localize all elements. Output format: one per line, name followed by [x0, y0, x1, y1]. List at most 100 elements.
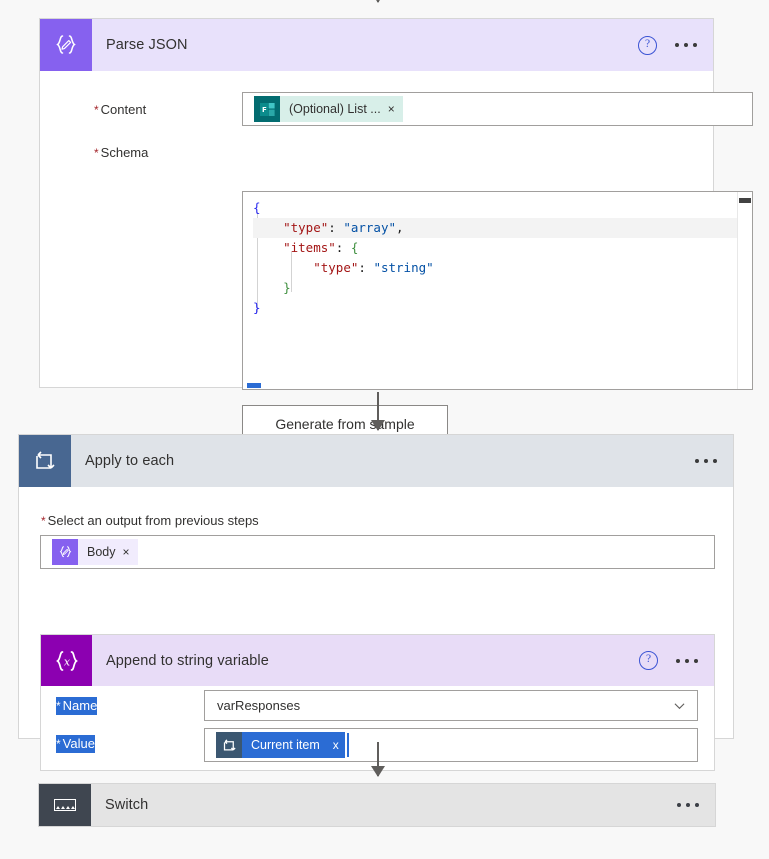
svg-text:x: x	[63, 655, 70, 668]
output-select-label: * Select an output from previous steps	[41, 513, 259, 528]
append-icon-wrap: x	[41, 635, 92, 686]
code-line: {	[253, 198, 752, 218]
help-icon[interactable]: ?	[639, 651, 658, 670]
card-header-actions-switch	[675, 784, 701, 826]
loop-foreach-icon	[19, 435, 71, 487]
connector-apply-to-switch	[371, 742, 385, 777]
editor-vertical-scrollbar[interactable]	[737, 192, 752, 389]
switch-case-icon	[39, 784, 91, 826]
code-token: "type"	[313, 260, 359, 275]
card-header-append[interactable]: x Append to string variable ?	[41, 635, 714, 686]
more-menu-button[interactable]	[674, 653, 700, 669]
card-title-parse-json: Parse JSON	[106, 37, 188, 53]
selected-text-highlight: * Name	[56, 697, 98, 715]
schema-code-editor[interactable]: { "type": "array", "items": { "type": "s…	[242, 191, 753, 390]
card-header-switch[interactable]: Switch	[39, 784, 715, 826]
token-forms-list[interactable]: F (Optional) List ... ×	[254, 96, 403, 122]
card-title-apply-to-each: Apply to each	[85, 453, 175, 469]
variable-braces-x-icon: x	[41, 635, 92, 686]
code-token: }	[283, 280, 291, 295]
editor-horizontal-scrollbar[interactable]	[243, 382, 752, 389]
code-token: ,	[396, 220, 404, 235]
code-token: }	[253, 300, 261, 315]
code-token: :	[358, 260, 374, 275]
loop-foreach-icon	[216, 732, 242, 758]
code-token: "string"	[373, 260, 434, 275]
token-current-item[interactable]: Current item x	[216, 732, 345, 758]
required-asterisk: *	[56, 699, 61, 713]
connector-parse-to-apply	[371, 392, 385, 431]
card-title-switch: Switch	[105, 797, 149, 813]
code-token: "items"	[283, 240, 336, 255]
variable-braces-x-glyph: x	[55, 650, 78, 671]
close-icon[interactable]: ×	[123, 545, 138, 559]
required-asterisk: *	[94, 103, 99, 117]
svg-text:F: F	[262, 106, 267, 114]
required-asterisk: *	[41, 514, 46, 528]
arrow-head-icon	[371, 766, 385, 777]
code-token: {	[350, 240, 359, 255]
parse-json-body: * Content F (Optional) List ... × * Schema	[40, 71, 753, 443]
switch-icon-wrap	[39, 784, 91, 826]
card-header-apply-to-each[interactable]: Apply to each	[19, 435, 733, 487]
code-token: {	[253, 200, 261, 215]
more-menu-button[interactable]	[673, 37, 699, 53]
token-body[interactable]: Body ×	[52, 539, 138, 565]
more-menu-button[interactable]	[693, 453, 719, 469]
code-line: "type": "string"	[253, 258, 752, 278]
action-card-parse-json[interactable]: Parse JSON ? * Content F (Optional) List…	[39, 18, 753, 443]
action-card-apply-to-each[interactable]: Apply to each * Select an output from pre…	[18, 434, 734, 771]
code-token: :	[335, 240, 351, 255]
content-field-label: * Content	[94, 102, 147, 117]
braces-json-glyph	[56, 35, 76, 54]
action-card-switch[interactable]: Switch	[38, 783, 716, 827]
value-field-label: * Value	[56, 735, 95, 753]
chevron-down-icon[interactable]	[674, 700, 685, 711]
loop-foreach-glyph	[223, 738, 236, 750]
required-asterisk: *	[94, 146, 99, 160]
text-cursor	[346, 733, 349, 757]
value-input[interactable]: Current item x	[204, 728, 698, 762]
card-header-actions-apply-to-each	[693, 435, 719, 487]
token-label: (Optional) List ...	[289, 102, 381, 116]
code-token: :	[328, 220, 344, 235]
scrollbar-thumb[interactable]	[739, 198, 751, 203]
code-line: "items": {	[253, 238, 752, 258]
braces-json-icon	[52, 539, 78, 565]
code-line: "type": "array",	[253, 218, 752, 238]
close-icon[interactable]: ×	[388, 102, 403, 116]
switch-case-glyph	[54, 799, 76, 811]
content-input[interactable]: F (Optional) List ... ×	[242, 92, 753, 126]
token-label: Current item	[242, 732, 327, 758]
microsoft-forms-icon: F	[254, 96, 280, 122]
connector-to-parse-json	[371, 0, 385, 3]
name-field-label: * Name	[56, 697, 98, 715]
token-label: Body	[87, 545, 116, 559]
loop-foreach-glyph	[36, 451, 55, 469]
apply-each-icon-wrap	[19, 435, 71, 487]
schema-code-content[interactable]: { "type": "array", "items": { "type": "s…	[243, 192, 752, 318]
card-header-actions-parse-json: ?	[638, 19, 699, 71]
microsoft-forms-glyph: F	[259, 102, 275, 116]
required-asterisk: *	[56, 737, 61, 751]
code-line: }	[253, 278, 752, 298]
output-select-input[interactable]: Body ×	[40, 535, 715, 569]
code-line: }	[253, 298, 752, 318]
code-token: "array"	[343, 220, 397, 235]
more-menu-button[interactable]	[675, 797, 701, 813]
parse-json-icon-wrap	[40, 19, 92, 71]
code-token: "type"	[283, 220, 329, 235]
braces-json-glyph	[59, 546, 71, 558]
card-header-actions-append: ?	[639, 635, 700, 686]
card-header-parse-json[interactable]: Parse JSON ?	[40, 19, 713, 71]
name-value: varResponses	[217, 698, 301, 713]
apply-to-each-body: * Select an output from previous steps Bo…	[19, 487, 733, 771]
scrollbar-thumb[interactable]	[247, 383, 261, 388]
schema-field-label: * Schema	[94, 145, 149, 160]
arrow-head-icon	[371, 420, 385, 431]
help-icon[interactable]: ?	[638, 35, 657, 55]
selected-text-highlight: * Value	[56, 735, 95, 753]
name-dropdown[interactable]: varResponses	[204, 690, 698, 721]
close-icon[interactable]: x	[326, 732, 345, 758]
arrow-head-icon	[371, 0, 385, 3]
